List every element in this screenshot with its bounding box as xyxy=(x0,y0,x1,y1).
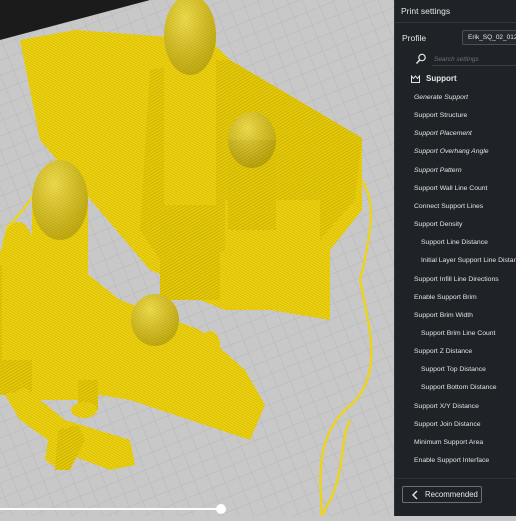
setting-item[interactable]: Support Overhang Angle xyxy=(414,143,489,161)
panel-title: Print settings xyxy=(401,6,451,16)
panel-footer: Recommended xyxy=(395,478,516,517)
setting-item[interactable]: Enable Support Brim xyxy=(414,289,477,307)
setting-item[interactable]: Support Join Distance xyxy=(414,416,481,434)
setting-item[interactable]: Support X/Y Distance xyxy=(414,398,479,416)
profile-label: Profile xyxy=(402,33,427,43)
setting-item[interactable]: Support Wall Line Count xyxy=(414,180,487,198)
setting-item[interactable]: Support Brim Width xyxy=(414,307,473,325)
search-icon xyxy=(415,53,426,64)
setting-item[interactable]: Generate Support xyxy=(414,89,468,107)
profile-select[interactable]: Erik_SQ_02_012_ xyxy=(462,30,516,45)
setting-item[interactable]: Support Density xyxy=(414,216,462,234)
setting-item[interactable]: Minimum Support Area xyxy=(414,434,483,452)
setting-item[interactable]: Enable Support Roof xyxy=(414,470,477,474)
layer-slider-track[interactable] xyxy=(0,508,226,510)
setting-item[interactable]: Support Structure xyxy=(414,107,467,125)
setting-item[interactable]: Initial Layer Support Line Distance xyxy=(421,252,516,270)
setting-item[interactable]: Support Brim Line Count xyxy=(421,325,495,343)
chevron-left-icon xyxy=(412,490,418,500)
settings-list[interactable]: Generate Support Support Structure Support… xyxy=(395,89,516,474)
search-settings-input[interactable] xyxy=(432,54,516,66)
setting-item[interactable]: Support Line Distance xyxy=(421,234,488,252)
setting-item[interactable]: Connect Support Lines xyxy=(414,198,483,216)
print-settings-panel: Print settings Profile Erik_SQ_02_012_ S… xyxy=(394,0,516,516)
recommended-button[interactable]: Recommended xyxy=(402,486,482,503)
support-category-icon xyxy=(411,75,420,83)
setting-item[interactable]: Support Bottom Distance xyxy=(421,379,497,397)
setting-item[interactable]: Enable Support Interface xyxy=(414,452,489,470)
setting-item[interactable]: Support Infill Line Directions xyxy=(414,271,499,289)
panel-divider xyxy=(395,22,516,23)
setting-item[interactable]: Support Z Distance xyxy=(414,343,472,361)
setting-item[interactable]: Support Top Distance xyxy=(421,361,486,379)
category-support-label[interactable]: Support xyxy=(426,74,457,83)
setting-item[interactable]: Support Pattern xyxy=(414,162,462,180)
layer-slider-handle[interactable] xyxy=(216,504,227,514)
setting-item[interactable]: Support Placement xyxy=(414,125,472,143)
recommended-label: Recommended xyxy=(425,490,478,499)
layer-slider[interactable] xyxy=(0,504,230,514)
